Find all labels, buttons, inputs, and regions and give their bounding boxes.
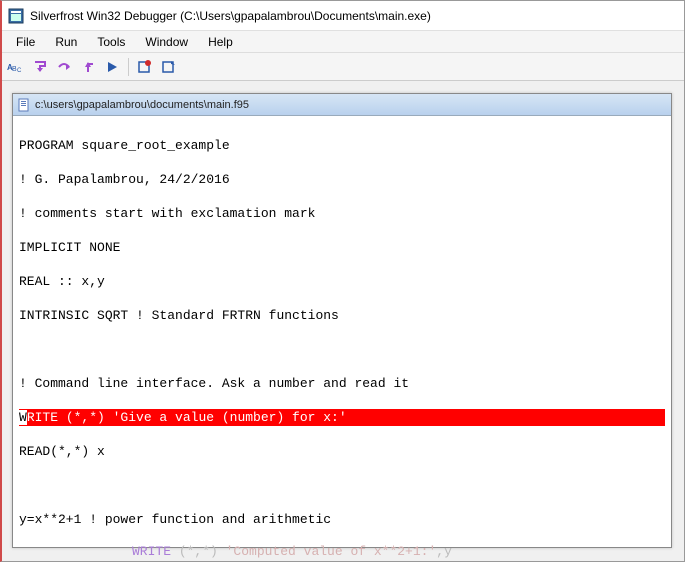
code-line: y=x**2+1 ! power function and arithmetic: [19, 511, 665, 528]
workspace: c:\users\gpapalambrou\documents\main.f95…: [2, 81, 684, 561]
toolbar-separator: [128, 58, 129, 76]
step-out-button[interactable]: [78, 57, 98, 77]
svg-text:C: C: [17, 68, 22, 74]
source-window: c:\users\gpapalambrou\documents\main.f95…: [12, 93, 672, 548]
menubar: File Run Tools Window Help: [2, 31, 684, 53]
step-over-button[interactable]: [54, 57, 74, 77]
menu-tools[interactable]: Tools: [87, 33, 135, 51]
document-icon: [17, 98, 31, 112]
window-title: Silverfrost Win32 Debugger (C:\Users\gpa…: [30, 9, 431, 23]
code-line: REAL :: x,y: [19, 273, 665, 290]
code-line: ! G. Papalambrou, 24/2/2016: [19, 171, 665, 188]
abc-button[interactable]: ABC: [6, 57, 26, 77]
cursor-char: W: [19, 410, 27, 425]
code-line: INTRINSIC SQRT ! Standard FRTRN function…: [19, 307, 665, 324]
code-area[interactable]: PROGRAM square_root_example ! G. Papalam…: [13, 116, 671, 547]
app-icon: [8, 8, 24, 24]
background-code-line: WRITE (*,*) 'Computed value of x**2+1:',…: [132, 544, 452, 559]
code-line: READ(*,*) x: [19, 443, 665, 460]
code-line: IMPLICIT NONE: [19, 239, 665, 256]
cursor-button[interactable]: [159, 57, 179, 77]
menu-file[interactable]: File: [6, 33, 45, 51]
current-line: WRITE (*,*) 'Give a value (number) for x…: [19, 409, 665, 426]
code-line: [19, 477, 665, 494]
code-line: PROGRAM square_root_example: [19, 137, 665, 154]
source-titlebar[interactable]: c:\users\gpapalambrou\documents\main.f95: [13, 94, 671, 116]
toolbar: ABC: [2, 53, 684, 81]
menu-help[interactable]: Help: [198, 33, 243, 51]
step-into-button[interactable]: [30, 57, 50, 77]
code-line: [19, 341, 665, 358]
window-titlebar: Silverfrost Win32 Debugger (C:\Users\gpa…: [2, 1, 684, 31]
code-line: ! comments start with exclamation mark: [19, 205, 665, 222]
code-line: ! Command line interface. Ask a number a…: [19, 375, 665, 392]
source-title: c:\users\gpapalambrou\documents\main.f95: [35, 99, 249, 111]
breakpoint-button[interactable]: [135, 57, 155, 77]
menu-run[interactable]: Run: [45, 33, 87, 51]
run-button[interactable]: [102, 57, 122, 77]
menu-window[interactable]: Window: [135, 33, 198, 51]
